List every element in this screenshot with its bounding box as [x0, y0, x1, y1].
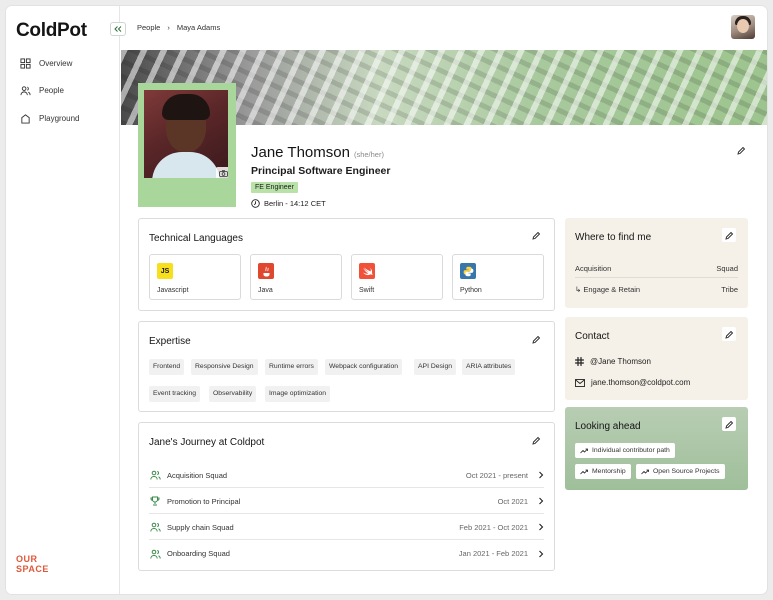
expertise-chip[interactable]: Responsive Design — [191, 359, 258, 375]
people-icon — [149, 521, 161, 533]
mail-icon — [575, 378, 585, 387]
trophy-icon — [149, 495, 161, 507]
expertise-chip[interactable]: Observability — [209, 386, 257, 402]
breadcrumb-item: Maya Adams — [176, 23, 221, 32]
card-title: Jane's Journey at Coldpot — [149, 437, 265, 448]
breadcrumb-item[interactable]: People — [137, 23, 160, 32]
expertise-chip[interactable]: ARIA attributes — [462, 359, 516, 375]
pencil-icon — [531, 436, 540, 445]
card-title: Looking ahead — [575, 421, 641, 432]
edit-journey-button[interactable] — [529, 433, 543, 447]
profile-name: Jane Thomson (she/her) — [251, 144, 384, 161]
swift-icon — [359, 263, 375, 279]
javascript-icon: JS — [157, 263, 173, 279]
people-icon — [20, 86, 31, 96]
pencil-icon — [724, 330, 733, 339]
sidebar-item-label: Playground — [39, 114, 80, 123]
language-tile-python[interactable]: Python — [452, 254, 544, 300]
pencil-icon — [736, 146, 745, 155]
python-icon — [460, 263, 476, 279]
clock-icon — [251, 199, 260, 208]
sidebar-item-label: People — [39, 86, 64, 95]
edit-profile-button[interactable] — [734, 143, 748, 157]
playground-icon — [21, 114, 30, 124]
edit-languages-button[interactable] — [529, 228, 543, 242]
sidebar: ColdPot Overview People Playground OUR S… — [6, 6, 120, 594]
sidebar-item-people[interactable]: People — [20, 85, 64, 96]
double-chevron-left-icon — [114, 26, 122, 32]
chevron-right-icon — [539, 550, 544, 557]
slack-icon — [575, 357, 584, 366]
looking-ahead-card: Looking ahead Individual contributor pat… — [565, 407, 748, 490]
pencil-icon — [724, 231, 733, 240]
where-row: ↳ Engage & Retain Tribe — [575, 285, 738, 294]
pronouns: (she/her) — [353, 150, 384, 159]
java-icon — [258, 263, 274, 279]
pencil-icon — [724, 420, 733, 429]
edit-expertise-button[interactable] — [529, 332, 543, 346]
change-photo-button[interactable] — [216, 167, 228, 178]
trend-up-icon — [580, 448, 588, 453]
looking-ahead-chip[interactable]: Open Source Projects — [636, 464, 725, 479]
team-badge: FE Engineer — [251, 182, 298, 193]
our-space-logo: OUR SPACE — [16, 554, 49, 574]
camera-icon — [219, 169, 228, 177]
pencil-icon — [531, 231, 540, 240]
breadcrumb: People › Maya Adams — [137, 23, 220, 32]
expertise-chip[interactable]: Frontend — [149, 359, 185, 375]
chevron-right-icon — [539, 523, 544, 531]
sidebar-item-label: Overview — [39, 59, 73, 68]
location: Berlin - 14:12 CET — [251, 199, 326, 208]
expertise-chip[interactable]: Runtime errors — [265, 359, 318, 375]
expertise-chip[interactable]: API Design — [414, 359, 457, 375]
language-tile-javascript[interactable]: JS Javascript — [149, 254, 241, 300]
trend-up-icon — [580, 469, 588, 474]
chevron-right-icon — [539, 471, 544, 479]
chevron-right-icon — [539, 497, 544, 505]
chevron-right-icon: › — [167, 23, 170, 32]
edit-looking-ahead-button[interactable] — [722, 417, 736, 431]
grid-icon — [20, 58, 31, 69]
brand-name: ColdPot — [16, 20, 87, 41]
card-title: Where to find me — [575, 232, 652, 243]
looking-ahead-chip[interactable]: Mentorship — [575, 464, 631, 479]
journey-row[interactable]: Promotion to Principal Oct 2021 — [149, 489, 544, 514]
where-to-find-card: Where to find me Acquisition Squad ↳ Enga… — [565, 218, 748, 308]
edit-contact-button[interactable] — [722, 327, 736, 341]
profile-photo — [144, 90, 228, 178]
language-tile-java[interactable]: Java — [250, 254, 342, 300]
journey-row[interactable]: Acquisition Squad Oct 2021 - present — [149, 463, 544, 488]
sidebar-item-overview[interactable]: Overview — [20, 58, 72, 69]
profile-photo-frame — [138, 83, 236, 207]
people-icon — [149, 548, 161, 560]
contact-email[interactable]: jane.thomson@coldpot.com — [575, 378, 690, 387]
expertise-card: Expertise Frontend Responsive Design Run… — [138, 321, 555, 412]
expertise-chip[interactable]: Event tracking — [149, 386, 201, 402]
technical-languages-card: Technical Languages JS Javascript Java S… — [138, 218, 555, 311]
trend-up-icon — [641, 469, 649, 474]
collapse-sidebar-button[interactable] — [110, 22, 126, 36]
looking-ahead-chip[interactable]: Individual contributor path — [575, 443, 675, 458]
app-window: ColdPot Overview People Playground OUR S… — [6, 6, 767, 594]
contact-card: Contact @Jane Thomson jane.thomson@coldp… — [565, 317, 748, 400]
expertise-chip[interactable]: Image optimization — [265, 386, 331, 402]
journey-card: Jane's Journey at Coldpot Acquisition Sq… — [138, 422, 555, 571]
profile-role: Principal Software Engineer — [251, 165, 391, 177]
card-title: Technical Languages — [149, 233, 243, 244]
journey-row[interactable]: Onboarding Squad Jan 2021 - Feb 2021 — [149, 541, 544, 566]
sidebar-item-playground[interactable]: Playground — [20, 113, 79, 124]
journey-row[interactable]: Supply chain Squad Feb 2021 - Oct 2021 — [149, 515, 544, 540]
expertise-chip[interactable]: Webpack configuration — [325, 359, 403, 375]
user-avatar[interactable] — [731, 15, 755, 39]
people-icon — [149, 469, 161, 481]
edit-where-button[interactable] — [722, 228, 736, 242]
card-title: Contact — [575, 331, 610, 342]
language-tile-swift[interactable]: Swift — [351, 254, 443, 300]
pencil-icon — [531, 335, 540, 344]
card-title: Expertise — [149, 336, 191, 347]
where-row: Acquisition Squad — [575, 264, 738, 273]
topbar: People › Maya Adams — [121, 6, 767, 50]
contact-slack[interactable]: @Jane Thomson — [575, 357, 651, 366]
